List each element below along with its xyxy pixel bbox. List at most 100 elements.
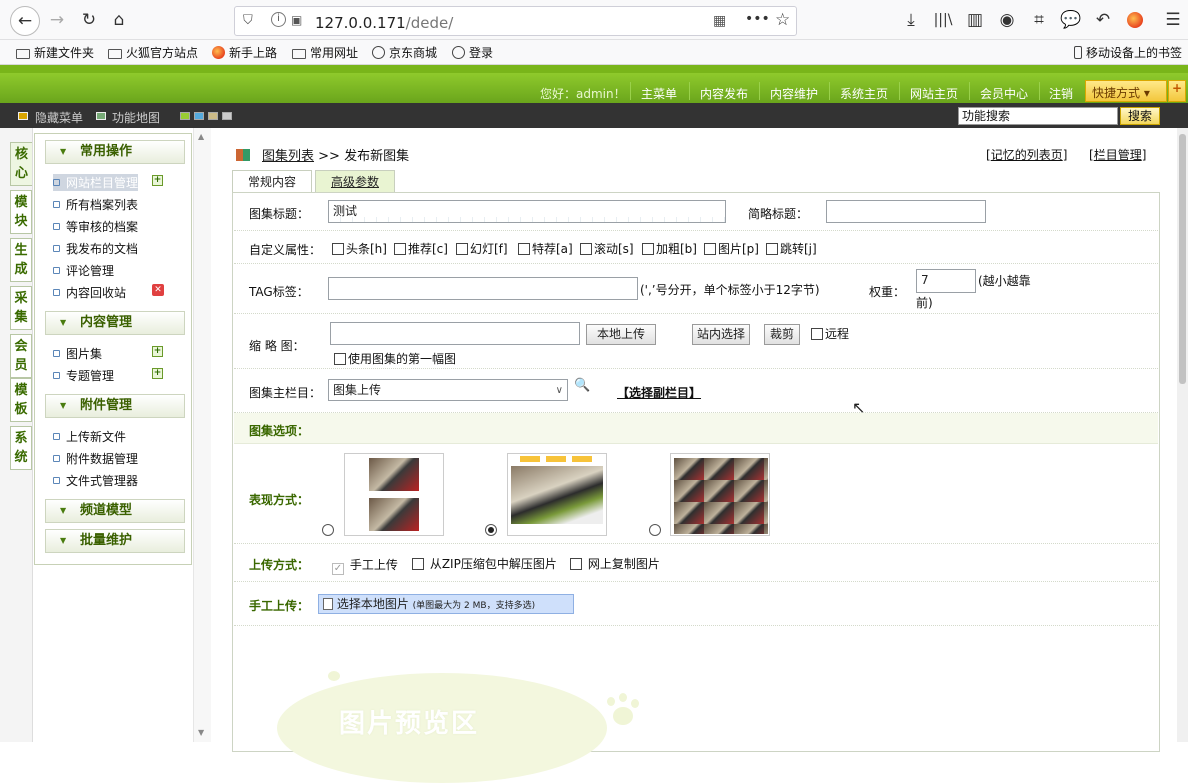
back-icon[interactable]: ← — [10, 6, 40, 36]
attr-recommend[interactable]: 推荐[c] — [394, 240, 448, 257]
reload-icon[interactable]: ↻ — [76, 7, 102, 33]
local-upload-button[interactable]: 本地上传 — [586, 324, 656, 345]
short-title-input[interactable] — [826, 200, 986, 223]
star-icon[interactable]: ☆ — [775, 10, 790, 30]
memory-list-link[interactable]: [记忆的列表页] — [986, 146, 1067, 163]
library-icon[interactable]: |||\ — [930, 7, 956, 33]
scroll-thumb[interactable] — [1179, 134, 1186, 384]
firefox-icon[interactable] — [1122, 7, 1148, 33]
menu-item-my-docs[interactable]: 我发布的文档 — [53, 240, 138, 257]
manual-upload-checkbox[interactable]: ✓ 手工上传 — [332, 556, 398, 575]
menu-item-all-docs[interactable]: 所有档案列表 — [53, 196, 138, 213]
menu-item-recycle[interactable]: 内容回收站 — [53, 284, 126, 301]
bookmark-mobile[interactable]: 移动设备上的书签 — [1074, 44, 1182, 61]
bookmark-item[interactable]: 登录 — [452, 44, 493, 61]
sidebar-scrollbar[interactable]: ▲ ▼ — [193, 128, 211, 742]
function-search-button[interactable]: 搜索 — [1120, 107, 1160, 125]
nav-system-home[interactable]: 系统主页 — [840, 85, 888, 102]
nav-site-home[interactable]: 网站主页 — [910, 85, 958, 102]
tab-normal[interactable]: 常规内容 — [232, 170, 312, 193]
attr-jump[interactable]: 跳转[j] — [766, 240, 817, 257]
attr-scroll[interactable]: 滚动[s] — [580, 240, 634, 257]
display-thumb-list[interactable] — [344, 453, 444, 536]
forward-icon[interactable]: → — [44, 7, 70, 33]
function-search-input[interactable]: 功能搜索 — [958, 107, 1118, 125]
checkbox[interactable] — [332, 243, 344, 255]
download-icon[interactable]: ⤓ — [898, 7, 924, 33]
delete-icon[interactable]: ✕ — [152, 284, 164, 296]
add-icon[interactable]: + — [152, 346, 163, 357]
checkbox[interactable] — [412, 558, 424, 570]
home-icon[interactable]: ⌂ — [106, 7, 132, 33]
tab-advanced[interactable]: 高级参数 — [315, 170, 395, 193]
url-bar[interactable]: ⛉ i ▣ 127.0.0.171/dede/ ▦ ••• ☆ — [234, 6, 797, 36]
checkbox[interactable] — [334, 353, 346, 365]
display-thumb-slide[interactable] — [507, 453, 607, 536]
add-icon[interactable]: + — [152, 175, 163, 186]
menu-item-column-manage[interactable]: 网站栏目管理 — [53, 174, 139, 191]
tab-system[interactable]: 系统 — [10, 426, 32, 470]
search-icon[interactable]: 🔍 — [574, 378, 590, 393]
attr-headline[interactable]: 头条[h] — [332, 240, 387, 257]
crop-button[interactable]: 裁剪 — [764, 324, 800, 345]
qr-icon[interactable]: ▦ — [713, 13, 726, 29]
bookmark-item[interactable]: 新建文件夹 — [16, 44, 94, 61]
skin-blue[interactable] — [194, 112, 204, 120]
nav-logout[interactable]: 注销 — [1049, 85, 1073, 102]
menu-group-channel-model[interactable]: 频道模型 — [45, 499, 185, 523]
skin-brown[interactable] — [208, 112, 218, 120]
checkbox[interactable] — [580, 243, 592, 255]
attr-bold[interactable]: 加粗[b] — [642, 240, 697, 257]
nav-main-menu[interactable]: 主菜单 — [641, 85, 677, 102]
nav-publish[interactable]: 内容发布 — [700, 85, 748, 102]
hide-menu-link[interactable]: 隐藏菜单 — [35, 109, 83, 126]
column-select[interactable]: 图集上传 ∨ — [328, 379, 568, 401]
bookmark-item[interactable]: 新手上路 — [212, 44, 277, 61]
function-map-link[interactable]: 功能地图 — [112, 109, 160, 126]
url-text[interactable]: 127.0.0.171/dede/ — [315, 14, 453, 32]
scroll-up-icon[interactable]: ▲ — [198, 132, 204, 141]
account-icon[interactable]: ◉ — [994, 7, 1020, 33]
web-copy-checkbox[interactable]: 网上复制图片 — [570, 555, 660, 572]
checkbox[interactable] — [704, 243, 716, 255]
menu-icon[interactable]: ☰ — [1160, 7, 1186, 33]
menu-item-pending-docs[interactable]: 等审核的档案 — [53, 218, 138, 235]
add-icon[interactable]: + — [152, 368, 163, 379]
display-radio-1[interactable] — [322, 524, 334, 536]
weight-input[interactable]: 7 — [916, 269, 976, 293]
menu-group-content[interactable]: 内容管理 — [45, 311, 185, 335]
tab-core[interactable]: 核心 — [10, 142, 32, 186]
attr-slide[interactable]: 幻灯[f] — [456, 240, 508, 257]
menu-item-topics[interactable]: 专题管理 — [53, 367, 114, 384]
menu-item-attachment-data[interactable]: 附件数据管理 — [53, 450, 138, 467]
menu-item-image-sets[interactable]: 图片集 — [53, 345, 102, 362]
display-thumb-grid[interactable] — [670, 453, 770, 536]
nav-member-center[interactable]: 会员中心 — [980, 85, 1028, 102]
menu-group-common[interactable]: 常用操作 — [45, 140, 185, 164]
more-icon[interactable]: ••• — [745, 11, 770, 27]
checkbox[interactable] — [811, 328, 823, 340]
tab-generate[interactable]: 生成 — [10, 238, 32, 282]
select-sub-column-link[interactable]: 【选择副栏目】 — [617, 384, 701, 401]
checkbox[interactable] — [518, 243, 530, 255]
title-input[interactable]: 测试 — [328, 200, 726, 223]
menu-group-batch[interactable]: 批量维护 — [45, 529, 185, 553]
tab-collect[interactable]: 采集 — [10, 286, 32, 330]
tag-input[interactable] — [328, 277, 638, 300]
attr-special[interactable]: 特荐[a] — [518, 240, 573, 257]
sidebar-icon[interactable]: ▥ — [962, 7, 988, 33]
menu-item-file-manager[interactable]: 文件式管理器 — [53, 472, 138, 489]
menu-item-upload-file[interactable]: 上传新文件 — [53, 428, 126, 445]
tab-template[interactable]: 模板 — [10, 378, 32, 422]
tab-module[interactable]: 模块 — [10, 190, 32, 234]
screenshot-icon[interactable]: ⌗ — [1026, 7, 1052, 33]
choose-local-button[interactable]: 选择本地图片 (单图最大为 2 MB，支持多选) — [318, 594, 574, 614]
add-quick-button[interactable]: + — [1168, 80, 1186, 102]
zip-upload-checkbox[interactable]: 从ZIP压缩包中解压图片 — [412, 555, 557, 572]
skin-green[interactable] — [180, 112, 190, 120]
column-manage-link[interactable]: [栏目管理] — [1089, 146, 1146, 163]
undo-icon[interactable]: ↶ — [1090, 7, 1116, 33]
bookmark-item[interactable]: 常用网址 — [292, 44, 358, 61]
quick-menu-button[interactable]: 快捷方式 ▾ — [1085, 80, 1167, 102]
display-radio-3[interactable] — [649, 524, 661, 536]
